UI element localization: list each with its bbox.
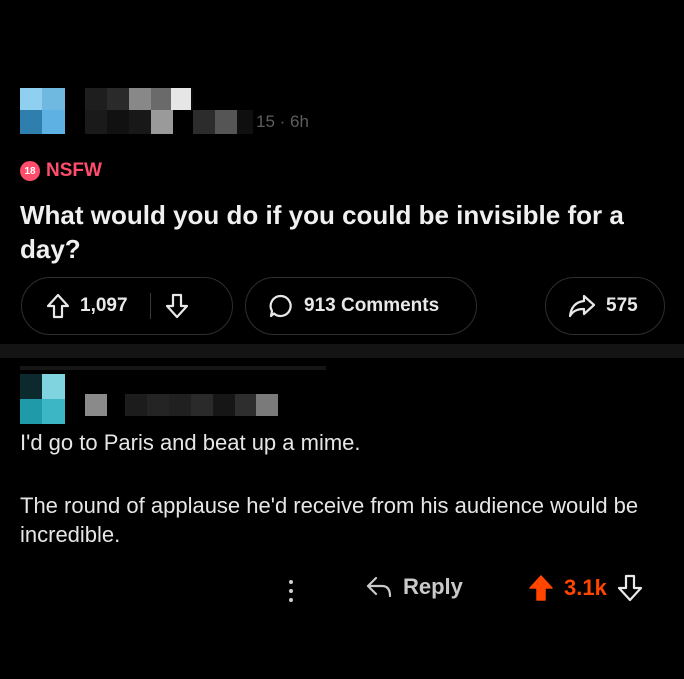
- thread-line: [20, 366, 326, 370]
- nsfw-tag: 18 NSFW: [20, 160, 102, 182]
- post-vote-bar: 1,097: [21, 277, 233, 335]
- comments-button[interactable]: 913 Comments: [245, 277, 477, 335]
- comment-body-line-1: I'd go to Paris and beat up a mime.: [20, 430, 361, 455]
- share-count: 575: [606, 295, 638, 316]
- comment-vote-bar: 3.1k: [528, 574, 643, 602]
- comments-count-label: 913 Comments: [304, 295, 440, 316]
- post-author-avatar-redacted[interactable]: [20, 88, 65, 134]
- downvote-icon[interactable]: [165, 293, 189, 319]
- comment-author-avatar-redacted[interactable]: [20, 374, 65, 424]
- upvote-active-icon[interactable]: [528, 574, 554, 602]
- vote-divider: [149, 293, 152, 319]
- post-author-name-redacted[interactable]: [85, 88, 253, 134]
- comment-author-name-redacted[interactable]: [85, 394, 278, 416]
- post-meta: 15 · 6h: [256, 112, 309, 131]
- post-upvote-count: 1,097: [80, 295, 128, 316]
- comment-body-line-2: The round of applause he'd receive from …: [20, 493, 639, 547]
- share-arrow-icon: [568, 293, 596, 319]
- more-options-icon[interactable]: [281, 573, 301, 609]
- share-button[interactable]: 575: [545, 277, 665, 335]
- reply-button[interactable]: Reply: [365, 574, 463, 600]
- post-title[interactable]: What would you do if you could be invisi…: [20, 198, 660, 266]
- comment-bubble-icon: [268, 293, 294, 319]
- reply-label: Reply: [403, 574, 463, 599]
- reply-arrow-icon: [365, 575, 393, 599]
- nsfw-18-badge: 18: [20, 161, 40, 181]
- section-divider: [0, 344, 684, 358]
- downvote-icon[interactable]: [617, 574, 643, 602]
- comment-score: 3.1k: [564, 575, 607, 600]
- upvote-icon[interactable]: [46, 293, 70, 319]
- nsfw-label: NSFW: [46, 160, 102, 181]
